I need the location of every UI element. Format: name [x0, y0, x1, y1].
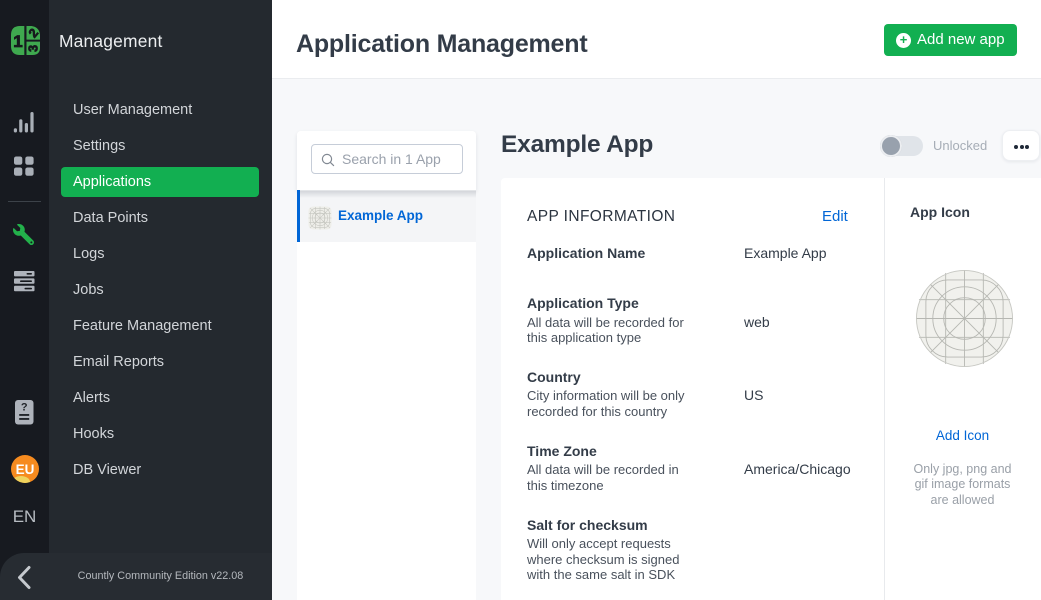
svg-text:EU: EU	[16, 462, 35, 477]
svg-text:3: 3	[27, 45, 40, 52]
svg-text:?: ?	[21, 402, 28, 414]
svg-text:1: 1	[13, 32, 22, 51]
